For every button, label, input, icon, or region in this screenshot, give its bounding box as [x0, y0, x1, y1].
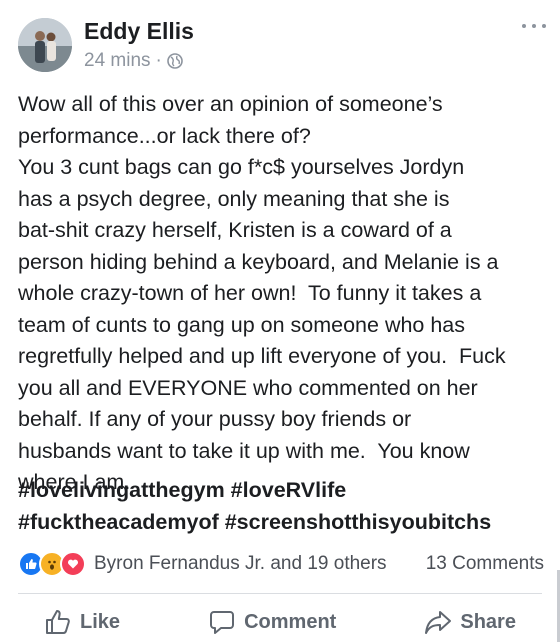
avatar-photo [18, 18, 72, 72]
post-time[interactable]: 24 mins [84, 50, 151, 72]
reaction-icons[interactable] [18, 551, 86, 577]
globe-icon [167, 53, 183, 69]
post-header: Eddy Ellis 24 mins · [18, 14, 546, 78]
comment-icon [208, 608, 236, 636]
share-icon [424, 608, 452, 636]
share-label: Share [460, 610, 516, 633]
post-meta: 24 mins · [84, 50, 183, 72]
hashtag-line[interactable]: #fucktheacademyof #screenshotthisyoubitc… [18, 507, 550, 539]
post-hashtags: #lovelivingatthegym #loveRVlife #fuckthe… [18, 475, 550, 538]
hashtag-line[interactable]: #lovelivingatthegym #loveRVlife [18, 475, 550, 507]
more-horizontal-icon[interactable] [522, 20, 546, 32]
share-button[interactable]: Share [414, 604, 526, 640]
avatar[interactable] [18, 18, 72, 72]
thumbs-up-icon [44, 608, 72, 636]
post-actions: Like Comment Share [0, 602, 560, 642]
like-label: Like [80, 610, 121, 633]
divider [18, 593, 542, 594]
comment-label: Comment [244, 610, 337, 633]
comment-button[interactable]: Comment [198, 604, 346, 640]
reaction-names[interactable]: Byron Fernandus Jr. and 19 others [94, 553, 387, 575]
reactions-bar: Byron Fernandus Jr. and 19 others 13 Com… [18, 550, 544, 578]
love-reaction-icon [60, 551, 86, 577]
author-name[interactable]: Eddy Ellis [84, 18, 194, 45]
post-body: Wow all of this over an opinion of someo… [18, 92, 506, 494]
like-button[interactable]: Like [34, 604, 130, 640]
meta-separator: · [155, 50, 162, 71]
comments-count[interactable]: 13 Comments [426, 553, 544, 575]
